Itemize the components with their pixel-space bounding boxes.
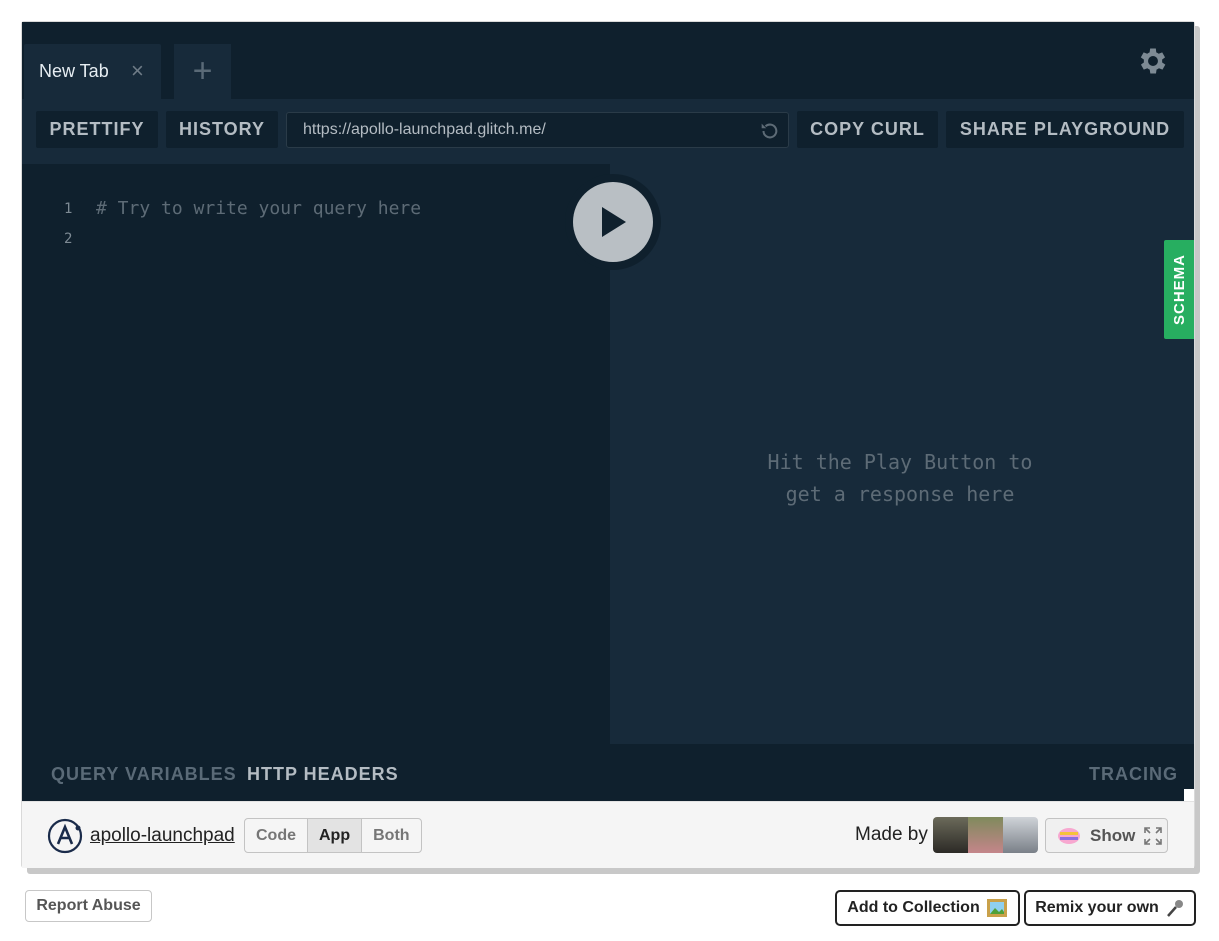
result-pane: Hit the Play Button to get a response he… (610, 164, 1194, 744)
view-mode-both[interactable]: Both (362, 819, 420, 852)
tab-new-tab[interactable]: New Tab × (24, 44, 161, 99)
corner-notch (1184, 789, 1194, 801)
share-playground-button[interactable]: SHARE PLAYGROUND (946, 111, 1184, 148)
avatar[interactable] (968, 817, 1003, 853)
add-to-collection-button[interactable]: Add to Collection (835, 890, 1020, 926)
view-mode-app[interactable]: App (308, 819, 363, 852)
play-icon (602, 207, 626, 237)
show-label: Show (1090, 825, 1136, 845)
play-button[interactable] (573, 182, 653, 262)
history-button[interactable]: HISTORY (166, 111, 278, 148)
author-avatars[interactable] (933, 817, 1038, 853)
made-by-label: Made by (855, 824, 928, 845)
project-name-link[interactable]: apollo-launchpad (90, 825, 235, 847)
gear-icon[interactable] (1136, 44, 1170, 78)
glitch-footer: apollo-launchpad Code App Both Made by S… (22, 801, 1194, 868)
avatar[interactable] (933, 817, 968, 853)
show-app-button[interactable]: Show (1045, 818, 1168, 853)
report-abuse-button[interactable]: Report Abuse (25, 890, 152, 922)
tab-bar: New Tab × + (22, 22, 1194, 99)
line-numbers: 1 2 (64, 194, 72, 254)
bottom-drawer: QUERY VARIABLES HTTP HEADERS TRACING (22, 744, 1194, 801)
result-hint: Hit the Play Button to get a response he… (767, 450, 1033, 506)
glitch-fish-icon (1058, 827, 1080, 844)
tab-query-variables[interactable]: QUERY VARIABLES (51, 764, 237, 785)
embed-frame: New Tab × + PRETTIFY HISTORY https://apo… (21, 21, 1195, 868)
view-mode-code[interactable]: Code (245, 819, 308, 852)
query-editor[interactable]: 1 2 # Try to write your query here (22, 164, 610, 744)
tab-tracing[interactable]: TRACING (1089, 764, 1178, 785)
remix-button[interactable]: Remix your own (1024, 890, 1196, 926)
schema-tab[interactable]: SCHEMA (1164, 240, 1194, 339)
remix-label: Remix your own (1035, 899, 1159, 916)
prettify-button[interactable]: PRETTIFY (36, 111, 158, 148)
view-mode-switcher: Code App Both (244, 818, 422, 853)
toolbar: PRETTIFY HISTORY https://apollo-launchpa… (22, 99, 1194, 164)
copy-curl-button[interactable]: COPY CURL (797, 111, 938, 148)
tab-label: New Tab (39, 61, 109, 81)
query-code[interactable]: # Try to write your query here (96, 194, 421, 224)
schema-tab-label: SCHEMA (1170, 253, 1188, 326)
close-icon[interactable]: × (131, 60, 144, 82)
add-to-collection-label: Add to Collection (847, 899, 980, 916)
framed-picture-icon (986, 899, 1007, 917)
line-number: 1 (64, 201, 73, 217)
endpoint-url-input[interactable]: https://apollo-launchpad.glitch.me/ (286, 112, 789, 148)
fullscreen-icon (1144, 826, 1163, 845)
apollo-logo-icon (47, 818, 83, 854)
line-number: 2 (64, 231, 73, 247)
plus-icon[interactable]: + (174, 44, 231, 99)
endpoint-url-text: https://apollo-launchpad.glitch.me/ (303, 121, 546, 138)
tab-http-headers[interactable]: HTTP HEADERS (247, 764, 399, 785)
microphone-icon (1166, 900, 1183, 917)
avatar[interactable] (1003, 817, 1038, 853)
reload-icon[interactable] (758, 120, 780, 142)
